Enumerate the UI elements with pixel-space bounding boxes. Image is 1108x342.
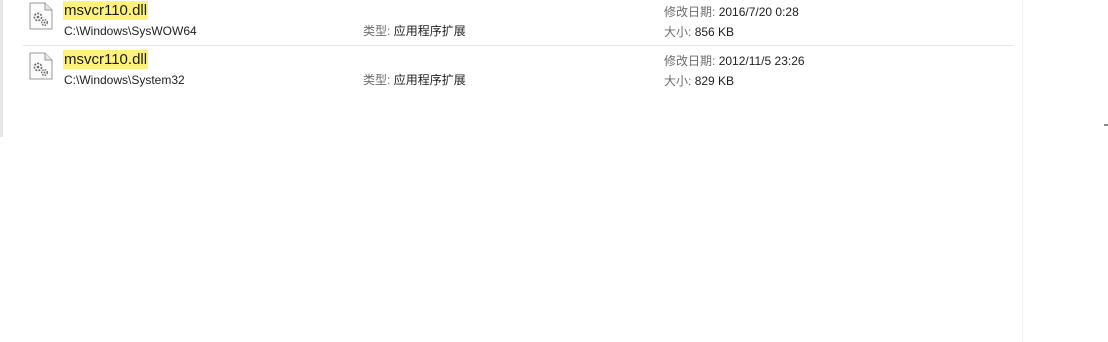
file-type-value: 应用程序扩展 bbox=[393, 24, 466, 38]
file-path: C:\Windows\System32 bbox=[64, 73, 185, 87]
file-size-label: 大小: bbox=[664, 25, 692, 39]
results-list: msvcr110.dll C:\Windows\SysWOW64 类型: 应用程… bbox=[23, 0, 1013, 96]
pane-divider bbox=[1022, 0, 1023, 342]
result-row[interactable]: msvcr110.dll C:\Windows\SysWOW64 类型: 应用程… bbox=[23, 0, 1013, 46]
file-size-value: 856 KB bbox=[694, 25, 735, 39]
result-row[interactable]: msvcr110.dll C:\Windows\System32 类型: 应用程… bbox=[23, 46, 1013, 96]
dll-settings-file-icon bbox=[29, 52, 53, 80]
file-type: 类型: 应用程序扩展 bbox=[363, 73, 466, 87]
file-type-label: 类型: bbox=[363, 73, 391, 87]
modified-date: 修改日期: 2016/7/20 0:28 bbox=[664, 5, 799, 19]
file-type: 类型: 应用程序扩展 bbox=[363, 24, 466, 38]
file-name-highlighted[interactable]: msvcr110.dll bbox=[63, 1, 149, 20]
file-size-label: 大小: bbox=[664, 74, 692, 88]
dll-settings-file-icon bbox=[29, 2, 53, 30]
file-type-label: 类型: bbox=[363, 24, 391, 38]
modified-date-label: 修改日期: bbox=[664, 5, 716, 19]
left-scroll-edge bbox=[0, 0, 3, 137]
modified-date-label: 修改日期: bbox=[664, 54, 716, 68]
file-size: 大小: 829 KB bbox=[664, 74, 734, 88]
file-path: C:\Windows\SysWOW64 bbox=[64, 24, 197, 38]
file-type-value: 应用程序扩展 bbox=[393, 73, 466, 87]
modified-date-value: 2012/11/5 23:26 bbox=[718, 54, 805, 68]
modified-date-value: 2016/7/20 0:28 bbox=[718, 5, 799, 19]
modified-date: 修改日期: 2012/11/5 23:26 bbox=[664, 54, 805, 68]
file-name-highlighted[interactable]: msvcr110.dll bbox=[63, 50, 149, 69]
search-results-view: msvcr110.dll C:\Windows\SysWOW64 类型: 应用程… bbox=[0, 0, 1108, 342]
pane-edge-mark bbox=[1104, 124, 1108, 126]
file-size-value: 829 KB bbox=[694, 74, 735, 88]
file-size: 大小: 856 KB bbox=[664, 25, 734, 39]
